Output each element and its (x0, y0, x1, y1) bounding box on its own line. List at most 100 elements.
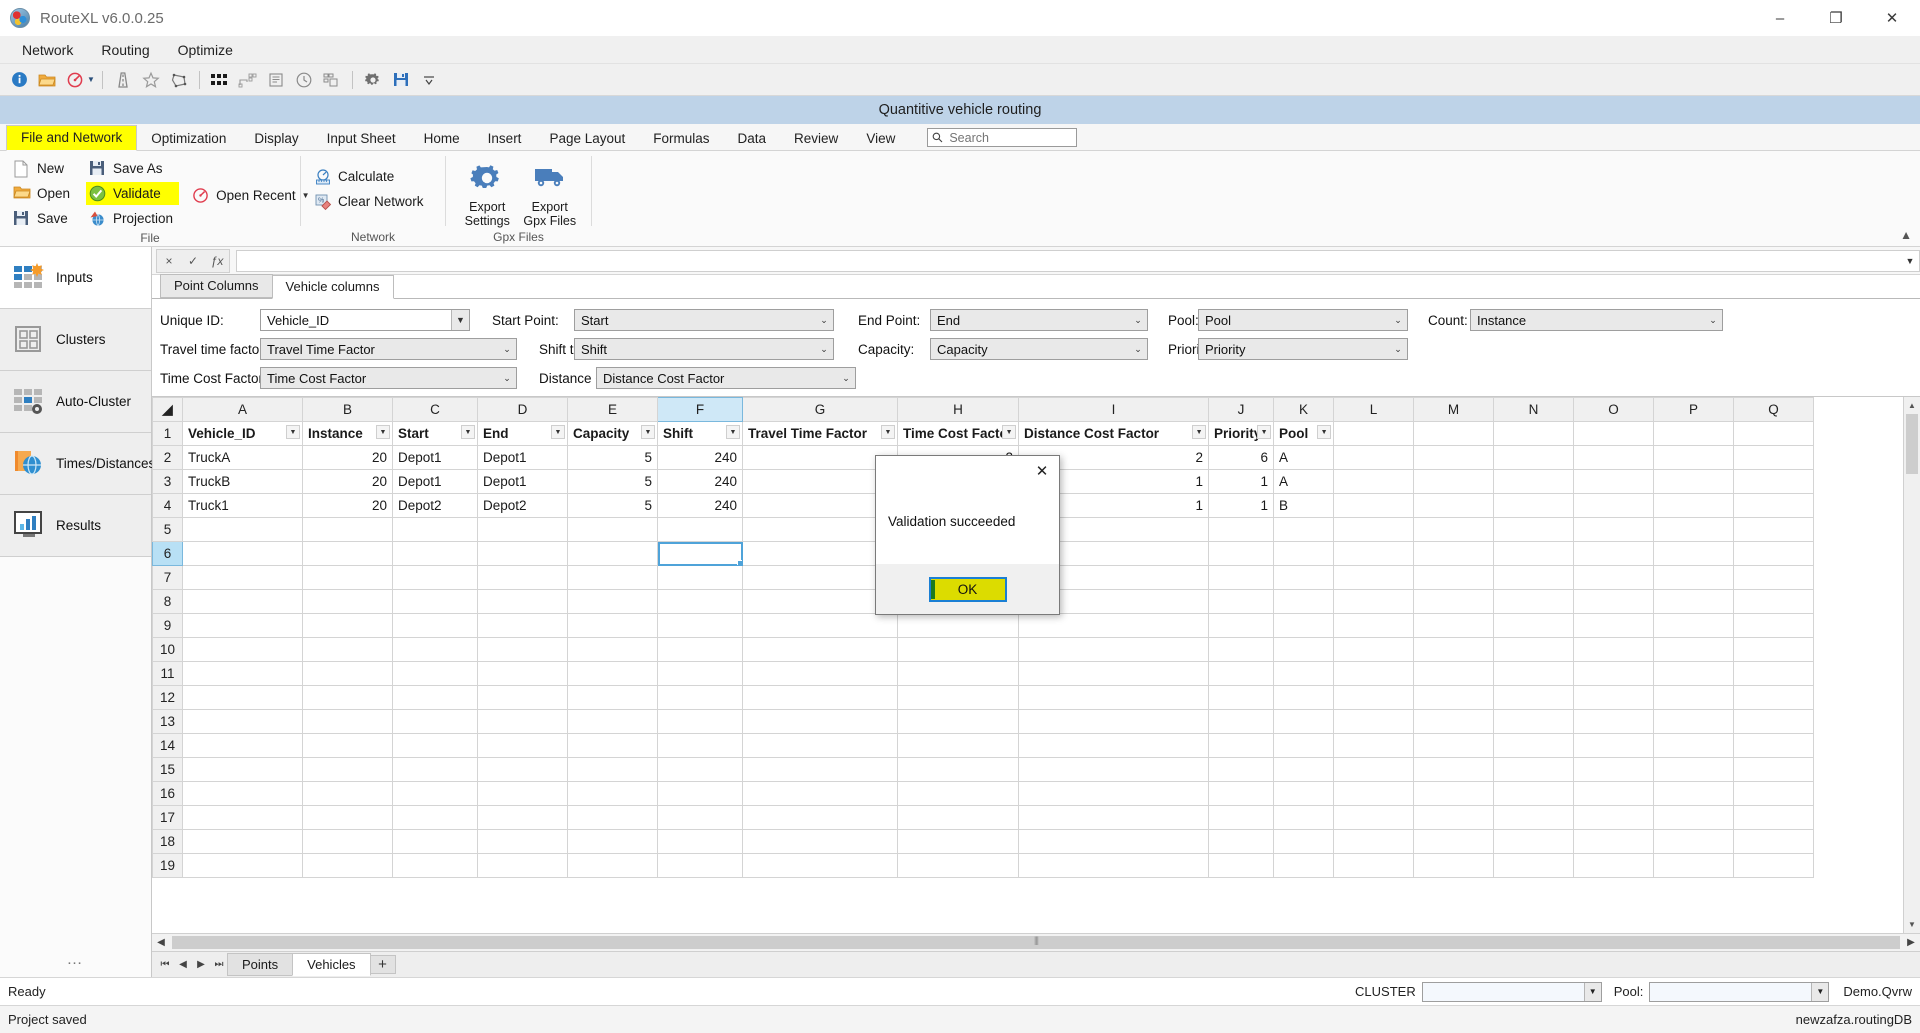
unique-id-combo[interactable]: Vehicle_ID ▼ (260, 309, 470, 331)
cell-Q16[interactable] (1733, 781, 1815, 806)
cell-L19[interactable] (1333, 853, 1415, 878)
cell-E9[interactable] (567, 613, 658, 638)
cell-E2[interactable]: 5 (567, 445, 658, 470)
cell-L5[interactable] (1333, 517, 1415, 542)
calculate-button[interactable]: Calculate (311, 165, 430, 188)
tab-vehicle-columns[interactable]: Vehicle columns (271, 275, 394, 299)
cell-N14[interactable] (1493, 733, 1575, 758)
cell-I17[interactable] (1018, 805, 1210, 830)
new-button[interactable]: New (10, 157, 76, 180)
cell-N6[interactable] (1493, 541, 1575, 566)
cell-A10[interactable] (182, 637, 303, 662)
column-title-cell[interactable] (1733, 421, 1815, 446)
cell-C6[interactable] (392, 541, 478, 566)
cell-G12[interactable] (742, 685, 898, 710)
count-combo[interactable]: Instance ⌄ (1470, 309, 1723, 331)
cell-P7[interactable] (1653, 565, 1735, 590)
cell-P19[interactable] (1653, 853, 1735, 878)
printer-icon[interactable] (263, 67, 289, 93)
cell-E12[interactable] (567, 685, 658, 710)
cell-N16[interactable] (1493, 781, 1575, 806)
cell-D4[interactable]: Depot2 (477, 493, 568, 518)
cell-E18[interactable] (567, 829, 658, 854)
filter-button[interactable]: ▼ (1257, 425, 1272, 439)
cell-F3[interactable]: 240 (657, 469, 743, 494)
distance-cost-factor-combo[interactable]: Distance Cost Factor ⌄ (596, 367, 856, 389)
cell-H10[interactable] (896, 637, 1020, 662)
cell-K13[interactable] (1273, 709, 1335, 734)
cell-D10[interactable] (477, 637, 568, 662)
tab-home[interactable]: Home (410, 127, 474, 151)
cell-B19[interactable] (302, 853, 393, 878)
cell-B9[interactable] (302, 613, 393, 638)
cell-N4[interactable] (1493, 493, 1575, 518)
cell-N2[interactable] (1493, 445, 1575, 470)
row-header-2[interactable]: 2 (152, 445, 183, 470)
cell-B18[interactable] (302, 829, 393, 854)
cell-H19[interactable] (896, 853, 1020, 878)
horizontal-scroll-row[interactable]: ◀ ▶ (152, 933, 1920, 951)
cell-F10[interactable] (657, 637, 743, 662)
cell-P6[interactable] (1653, 541, 1735, 566)
row-header-5[interactable]: 5 (152, 517, 183, 542)
cell-P17[interactable] (1653, 805, 1735, 830)
cell-J15[interactable] (1208, 757, 1275, 782)
sidebar-item-auto-cluster[interactable]: Auto-Cluster (0, 371, 151, 433)
cell-C16[interactable] (392, 781, 478, 806)
cell-N18[interactable] (1493, 829, 1575, 854)
cell-E17[interactable] (567, 805, 658, 830)
cell-N7[interactable] (1493, 565, 1575, 590)
filter-button[interactable]: ▼ (461, 425, 475, 439)
cell-O2[interactable] (1573, 445, 1655, 470)
chevron-down-icon[interactable]: ⌄ (498, 368, 516, 388)
cell-B16[interactable] (302, 781, 393, 806)
cell-Q10[interactable] (1733, 637, 1815, 662)
insert-function-icon[interactable]: ƒx (205, 250, 229, 272)
cell-O13[interactable] (1573, 709, 1655, 734)
sidebar-more-button[interactable]: … (0, 557, 151, 977)
cell-J12[interactable] (1208, 685, 1275, 710)
cell-P4[interactable] (1653, 493, 1735, 518)
road-icon[interactable] (110, 67, 136, 93)
chevron-down-icon[interactable]: ⌄ (1389, 310, 1407, 330)
cell-E8[interactable] (567, 589, 658, 614)
cell-N15[interactable] (1493, 757, 1575, 782)
row-header-7[interactable]: 7 (152, 565, 183, 590)
cell-H11[interactable] (896, 661, 1020, 686)
cell-I9[interactable] (1018, 613, 1210, 638)
cell-K3[interactable]: A (1273, 469, 1335, 494)
cell-L18[interactable] (1333, 829, 1415, 854)
cell-M7[interactable] (1413, 565, 1495, 590)
more-options-icon[interactable] (416, 67, 442, 93)
cell-J18[interactable] (1208, 829, 1275, 854)
chevron-down-icon[interactable]: ⌄ (1389, 339, 1407, 359)
speed-dial-icon[interactable] (62, 67, 88, 93)
cell-L3[interactable] (1333, 469, 1415, 494)
column-title-cell[interactable] (1333, 421, 1415, 446)
cell-C8[interactable] (392, 589, 478, 614)
cell-B3[interactable]: 20 (302, 469, 393, 494)
cell-H14[interactable] (896, 733, 1020, 758)
select-all-icon[interactable]: ◢ (152, 397, 183, 422)
column-title-cell[interactable] (1573, 421, 1655, 446)
info-icon[interactable] (6, 67, 32, 93)
save-as-button[interactable]: Save As (86, 157, 179, 180)
tab-formulas[interactable]: Formulas (639, 127, 723, 151)
cell-Q3[interactable] (1733, 469, 1815, 494)
cell-K10[interactable] (1273, 637, 1335, 662)
column-title-cell[interactable] (1653, 421, 1735, 446)
cell-J11[interactable] (1208, 661, 1275, 686)
cell-G10[interactable] (742, 637, 898, 662)
cell-P9[interactable] (1653, 613, 1735, 638)
cell-N5[interactable] (1493, 517, 1575, 542)
sheet-tab-points[interactable]: Points (227, 953, 294, 976)
row-header-17[interactable]: 17 (152, 805, 183, 830)
filter-button[interactable]: ▼ (641, 425, 655, 439)
shift-time-combo[interactable]: Shift ⌄ (574, 338, 834, 360)
cell-J13[interactable] (1208, 709, 1275, 734)
clear-network-button[interactable]: % Clear Network (311, 190, 430, 213)
menu-routing[interactable]: Routing (87, 38, 163, 62)
cell-C11[interactable] (392, 661, 478, 686)
column-header-D[interactable]: D (477, 397, 568, 422)
cell-I13[interactable] (1018, 709, 1210, 734)
